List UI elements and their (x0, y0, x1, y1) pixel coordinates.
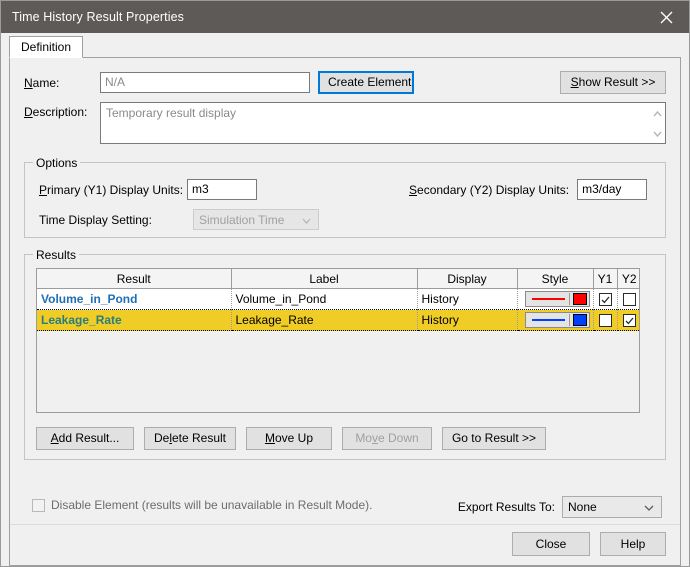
chevron-down-icon[interactable] (644, 500, 654, 514)
move-up-button[interactable]: Move Up (246, 427, 332, 450)
delete-result-button[interactable]: Delete Result (144, 427, 236, 450)
style-line-preview (531, 298, 565, 300)
primary-units-input[interactable]: m3 (187, 179, 257, 200)
cell-result[interactable]: Volume_in_Pond (37, 288, 232, 310)
checkbox-y2[interactable] (622, 314, 636, 328)
go-to-result-button[interactable]: Go to Result >> (442, 427, 546, 450)
cell-y2[interactable] (617, 309, 639, 331)
primary-units-row: Primary (Y1) Display Units: m3 Secondary… (25, 179, 665, 200)
style-separator (568, 293, 570, 305)
cell-y1[interactable] (593, 288, 618, 310)
secondary-units-input[interactable]: m3/day (577, 179, 648, 200)
column-header-label[interactable]: Label (231, 269, 418, 289)
title-bar: Time History Result Properties (1, 1, 689, 33)
column-header-y2[interactable]: Y2 (617, 269, 639, 289)
add-result-button[interactable]: Add Result... (36, 427, 134, 450)
close-icon[interactable] (643, 1, 689, 33)
table-header-row: Result Label Display Style Y1 Y2 (37, 269, 639, 289)
style-separator (568, 314, 570, 326)
description-label: Description: (24, 105, 88, 119)
results-group-title: Results (33, 248, 80, 262)
time-display-label: Time Display Setting: (39, 212, 152, 227)
name-label: Name: (24, 75, 60, 90)
style-color-swatch[interactable] (572, 314, 587, 326)
results-group: Results Result Label Display Style Y1 Y2… (24, 248, 666, 460)
chevron-down-icon (302, 213, 311, 227)
checkbox-y1[interactable] (598, 293, 612, 307)
disable-element-label: Disable Element (results will be unavail… (51, 498, 373, 512)
style-preview[interactable] (524, 291, 590, 307)
export-results-label: Export Results To: (457, 500, 555, 514)
name-row: Name: N/A Create Element Show Result >> (10, 71, 680, 94)
description-scrollbar[interactable] (649, 103, 665, 143)
close-button[interactable]: Close (512, 532, 590, 556)
cell-y1[interactable] (593, 309, 618, 331)
checkbox-y1[interactable] (598, 314, 612, 328)
column-header-style[interactable]: Style (517, 269, 594, 289)
export-results-value: None (568, 500, 597, 514)
time-display-value: Simulation Time (199, 212, 285, 227)
column-header-display[interactable]: Display (417, 269, 518, 289)
description-field[interactable]: Temporary result display (100, 102, 666, 144)
secondary-units-label: Secondary (Y2) Display Units: (409, 182, 570, 197)
dialog-window: Time History Result Properties Definitio… (0, 0, 690, 567)
cell-y2[interactable] (617, 288, 639, 310)
bottom-area: Disable Element (results will be unavail… (10, 491, 680, 565)
cell-style[interactable] (517, 288, 594, 310)
time-display-select: Simulation Time (193, 209, 319, 230)
style-color-swatch[interactable] (572, 293, 587, 305)
options-group-title: Options (33, 156, 81, 170)
checkbox-disable-element (32, 498, 45, 512)
options-group: Options Primary (Y1) Display Units: m3 S… (24, 156, 666, 238)
tab-strip: Definition (1, 33, 689, 58)
help-button[interactable]: Help (600, 532, 666, 556)
window-title: Time History Result Properties (12, 10, 185, 24)
disable-element-row: Disable Element (results will be unavail… (32, 498, 372, 512)
chevron-up-icon[interactable] (652, 106, 662, 120)
primary-units-label: Primary (Y1) Display Units: (39, 182, 184, 197)
checkbox-y2[interactable] (622, 293, 636, 307)
table-row[interactable]: Volume_in_Pond Volume_in_Pond History (37, 288, 639, 310)
name-input[interactable]: N/A (100, 72, 310, 93)
export-results-select[interactable]: None (562, 496, 662, 518)
cell-display[interactable]: History (417, 309, 518, 331)
create-element-button[interactable]: Create Element (318, 71, 414, 94)
cell-display[interactable]: History (417, 288, 518, 310)
tab-page-definition: Name: N/A Create Element Show Result >> … (9, 57, 681, 566)
cell-label[interactable]: Volume_in_Pond (231, 288, 418, 310)
time-display-row: Time Display Setting: Simulation Time (25, 209, 665, 230)
move-down-button: Move Down (342, 427, 432, 450)
table-row[interactable]: Leakage_Rate Leakage_Rate History (37, 309, 639, 331)
dialog-footer: Close Help (10, 524, 680, 565)
create-element-label: Create Element (328, 75, 412, 89)
cell-style[interactable] (517, 309, 594, 331)
show-result-button[interactable]: Show Result >> (560, 71, 666, 94)
results-button-bar: Add Result... Delete Result Move Up Move… (36, 427, 546, 450)
style-line-preview (531, 319, 565, 321)
footer-button-bar: Close Help (512, 532, 666, 556)
column-header-y1[interactable]: Y1 (593, 269, 618, 289)
tab-definition[interactable]: Definition (9, 36, 84, 58)
description-text[interactable]: Temporary result display (101, 103, 649, 143)
export-results-row: Export Results To: None (458, 496, 662, 518)
cell-label[interactable]: Leakage_Rate (231, 309, 418, 331)
results-table[interactable]: Result Label Display Style Y1 Y2 Volume_… (36, 268, 640, 413)
column-header-result[interactable]: Result (37, 269, 232, 289)
style-preview[interactable] (524, 312, 590, 328)
cell-result[interactable]: Leakage_Rate (37, 309, 232, 331)
chevron-down-icon[interactable] (652, 126, 662, 140)
description-row: Description: Temporary result display (10, 102, 680, 144)
